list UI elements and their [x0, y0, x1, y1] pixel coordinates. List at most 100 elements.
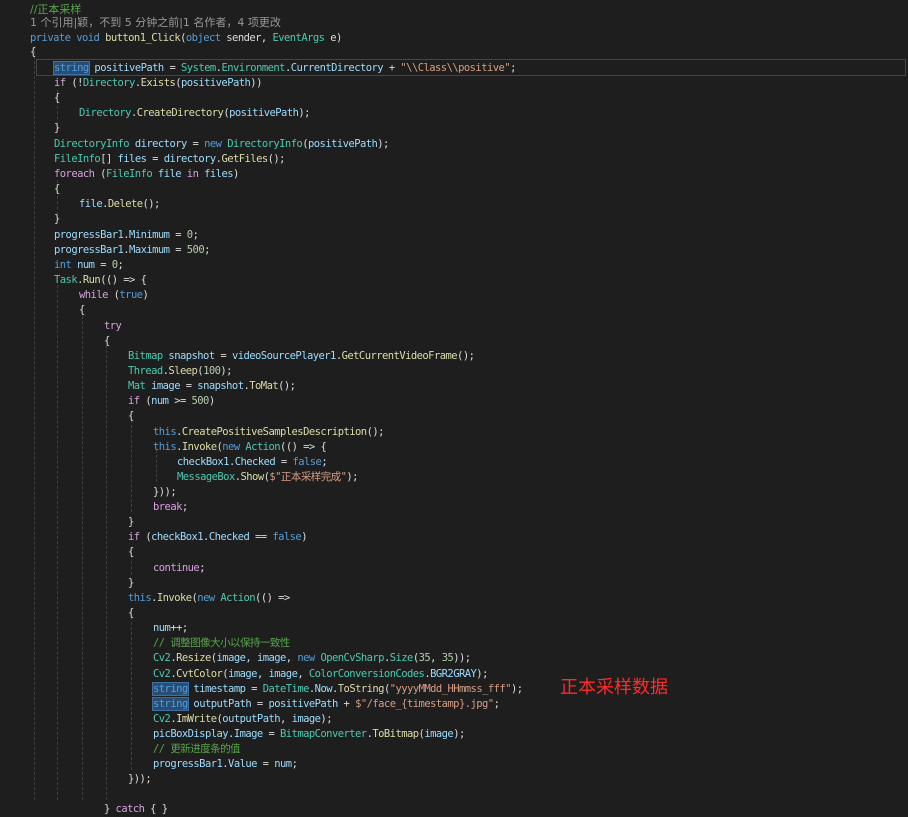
comment-line[interactable]: // 调整图像大小以保持一致性 [153, 636, 290, 651]
method-token: button1_Click [105, 32, 181, 44]
control-keyword-token: foreach [54, 168, 95, 180]
code-line[interactable]: string timestamp = DateTime.Now.ToString… [152, 682, 523, 697]
code-line[interactable]: num++; [153, 621, 188, 636]
code-line[interactable]: Cv2.CvtColor(image, image, ColorConversi… [153, 667, 488, 682]
punctuation-token: ; [199, 562, 205, 574]
code-line[interactable]: Directory.CreateDirectory(positivePath); [79, 106, 310, 121]
identifier-token: image [291, 713, 321, 725]
method-token: ToMat [249, 380, 279, 392]
punctuation-token: (() => { [280, 441, 327, 453]
code-line[interactable]: string positivePath = System.Environment… [53, 61, 516, 76]
identifier-token: num [151, 395, 169, 407]
string-literal: $"正本采样完成" [269, 471, 347, 483]
code-line[interactable]: checkBox1.Checked = false; [177, 455, 328, 470]
identifier-token: image [216, 652, 246, 664]
code-line[interactable]: MessageBox.Show($"正本采样完成"); [177, 470, 358, 485]
code-line[interactable]: Bitmap snapshot = videoSourcePlayer1.Get… [128, 349, 475, 364]
method-token: GetFiles [221, 153, 268, 165]
punctuation-token: ( [139, 395, 152, 407]
code-line[interactable]: progressBar1.Maximum = 500; [54, 243, 210, 258]
code-line[interactable]: DirectoryInfo directory = new DirectoryI… [54, 137, 389, 152]
keyword-token: this [153, 441, 177, 453]
keyword-token: int [54, 259, 72, 271]
identifier-token: Now [314, 683, 333, 695]
codelens-info[interactable]: 1 个引用|颖，不到 5 分钟之前|1 名作者，4 项更改 [30, 16, 281, 29]
punctuation-token: = [251, 698, 269, 710]
code-line[interactable]: } [54, 121, 60, 136]
code-line[interactable]: FileInfo[] files = directory.GetFiles(); [54, 152, 286, 167]
code-line[interactable]: this.Invoke(new Action(() => [128, 591, 290, 606]
code-line[interactable]: { [128, 545, 134, 560]
code-line[interactable]: { [104, 334, 110, 349]
code-line[interactable]: Cv2.Resize(image, image, new OpenCvSharp… [153, 651, 471, 666]
indent-guide [106, 345, 107, 800]
punctuation-token: ( [94, 168, 106, 180]
code-line[interactable]: picBoxDisplay.Image = BitmapConverter.To… [153, 727, 465, 742]
code-line[interactable]: } [128, 576, 134, 591]
punctuation-token: { [128, 410, 134, 422]
code-line[interactable]: this.CreatePositiveSamplesDescription(); [153, 425, 384, 440]
control-keyword-token: while [79, 289, 108, 301]
code-line[interactable]: { [128, 409, 134, 424]
code-line[interactable]: Mat image = snapshot.ToMat(); [128, 379, 296, 394]
code-line[interactable]: if (num >= 500) [128, 394, 215, 409]
code-line[interactable]: { [128, 606, 134, 621]
code-line[interactable]: string outputPath = positivePath + $"/fa… [152, 697, 500, 712]
code-line[interactable]: Task.Run(() => { [54, 273, 147, 288]
code-line[interactable]: progressBar1.Value = num; [153, 757, 298, 772]
method-token: Show [240, 471, 265, 483]
code-editor[interactable]: //正本采样 1 个引用|颖，不到 5 分钟之前|1 名作者，4 项更改 priva… [0, 0, 908, 815]
punctuation-token: = [146, 153, 164, 165]
code-line[interactable]: Cv2.ImWrite(outputPath, image); [153, 712, 332, 727]
punctuation-token: == [249, 531, 273, 543]
control-keyword-token: try [104, 320, 122, 332]
code-line[interactable]: { [54, 91, 60, 106]
punctuation-token: ; [117, 259, 124, 271]
method-token: Run [82, 274, 101, 286]
type-token: Cv2 [153, 668, 171, 680]
identifier-token: num [153, 622, 171, 634]
punctuation-token: = [245, 683, 263, 695]
code-line[interactable]: })); [128, 772, 152, 787]
code-line[interactable]: if (checkBox1.Checked == false) [128, 530, 307, 545]
type-token: DirectoryInfo [227, 138, 303, 150]
comment-line[interactable]: // 更新进度条的值 [153, 742, 241, 757]
code-line[interactable]: foreach (FileInfo file in files) [54, 167, 239, 182]
control-keyword-token: if [54, 77, 66, 89]
code-line[interactable]: Thread.Sleep(100); [128, 364, 232, 379]
method-token: Sleep [168, 365, 198, 377]
keyword-token: void [76, 32, 100, 44]
punctuation-token: (() => [255, 592, 290, 604]
code-line[interactable]: { [79, 303, 85, 318]
code-line[interactable]: try [104, 319, 122, 334]
code-line[interactable]: if (!Directory.Exists(positivePath)) [54, 76, 262, 91]
punctuation-token: } [128, 577, 134, 589]
code-line[interactable]: this.Invoke(new Action(() => { [153, 440, 327, 455]
code-line[interactable]: } [54, 212, 60, 227]
code-line[interactable]: } [128, 515, 134, 530]
identifier-token: positivePath [268, 698, 338, 710]
code-line[interactable]: progressBar1.Minimum = 0; [54, 228, 199, 243]
code-line[interactable]: private void button1_Click(object sender… [30, 31, 342, 46]
code-line[interactable]: file.Delete(); [79, 197, 160, 212]
code-line[interactable]: continue; [153, 561, 205, 576]
keyword-token: false [292, 456, 322, 468]
punctuation-token: , [430, 652, 442, 664]
codelens-line[interactable]: 1 个引用|颖，不到 5 分钟之前|1 名作者，4 项更改 [30, 15, 281, 30]
control-keyword-token: catch [115, 803, 145, 815]
identifier-token: image [424, 728, 454, 740]
type-token: DirectoryInfo [54, 138, 130, 150]
code-line[interactable]: int num = 0; [54, 258, 124, 273]
punctuation-token: { } [144, 803, 168, 815]
punctuation-token: (! [65, 77, 83, 89]
code-line[interactable]: })); [153, 485, 177, 500]
code-line[interactable]: while (true) [79, 288, 149, 303]
punctuation-token: )); [453, 652, 471, 664]
code-line[interactable]: break; [153, 500, 188, 515]
punctuation-token: ; [291, 758, 298, 770]
punctuation-token: ; [510, 62, 516, 74]
code-line[interactable]: { [54, 182, 60, 197]
keyword-token: object [185, 32, 221, 44]
code-line[interactable]: { [30, 45, 36, 60]
method-token: CreatePositiveSamplesDescription [181, 426, 367, 438]
